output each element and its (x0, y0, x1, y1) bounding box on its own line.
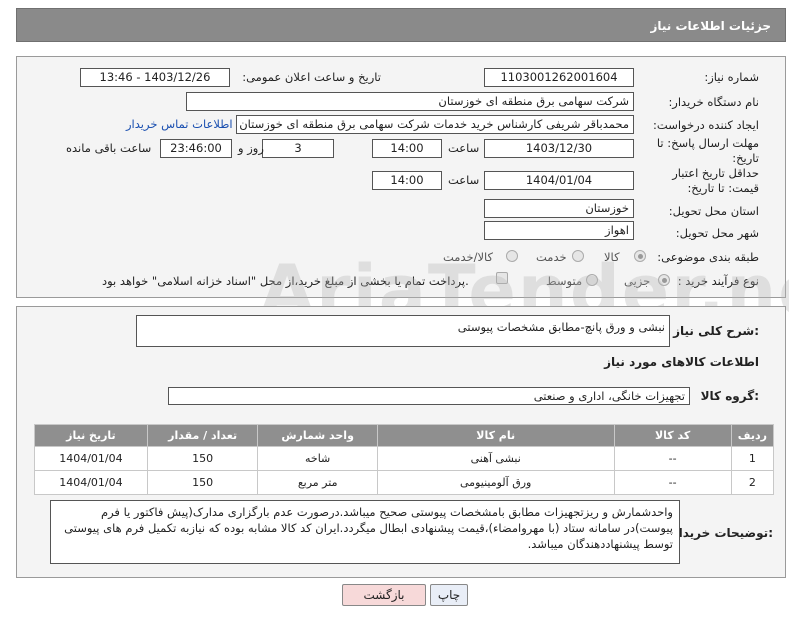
buyer-org-label: نام دستگاه خریدار: (668, 95, 759, 109)
buyer-org-field[interactable]: شرکت سهامی برق منطقه ای خوزستان (186, 92, 634, 111)
col-code: کد کالا (613, 424, 732, 447)
requester-field[interactable]: محمدباقر شریفی کارشناس خرید خدمات شرکت س… (236, 115, 634, 134)
remaining-label: ساعت باقی مانده (66, 141, 152, 155)
cell-code: -- (613, 446, 732, 471)
announce-field[interactable]: 1403/12/26 - 13:46 (80, 68, 230, 87)
cell-code: -- (613, 470, 732, 495)
group-field[interactable]: تجهیزات خانگی، اداری و صنعتی (168, 387, 690, 405)
group-label: گروه کالا: (700, 389, 759, 403)
validity-time-label: ساعت (448, 173, 480, 187)
validity-date-field[interactable]: 1404/01/04 (484, 171, 634, 190)
deadline-time-field[interactable]: 14:00 (372, 139, 442, 158)
buyer-notes-field[interactable]: واحدشمارش و ریزتجهیزات مطابق بامشخصات پی… (50, 500, 680, 564)
col-unit: واحد شمارش (257, 424, 378, 447)
contact-buyer-link[interactable]: اطلاعات تماس خریدار (126, 117, 233, 131)
province-field[interactable]: خوزستان (484, 199, 634, 218)
city-label: شهر محل تحویل: (675, 226, 759, 240)
cell-date: 1404/01/04 (34, 470, 148, 495)
panel-title: جزئیات اطلاعات نیاز (650, 19, 771, 33)
cell-unit: شاخه (257, 446, 378, 471)
remaining-time-field[interactable]: 23:46:00 (160, 139, 232, 158)
validity-label: حداقل تاریخ اعتبار قیمت: تا تاریخ: (672, 166, 759, 195)
days-field[interactable]: 3 (262, 139, 334, 158)
table-header-row: ردیف کد کالا نام کالا واحد شمارش تعداد /… (34, 424, 775, 447)
deadline-time-label: ساعت (448, 141, 480, 155)
col-row: ردیف (730, 424, 775, 447)
deadline-date-field[interactable]: 1403/12/30 (484, 139, 634, 158)
cell-qty: 150 (146, 470, 259, 495)
summary-text: نبشی و ورق پانچ-مطابق مشخصات پیوستی (457, 320, 665, 334)
days-label: روز و (238, 141, 264, 155)
cell-qty: 150 (146, 446, 259, 471)
announce-label: تاریخ و ساعت اعلان عمومی: (242, 70, 381, 84)
cell-unit: متر مربع (257, 470, 378, 495)
back-button[interactable]: بازگشت (342, 584, 426, 606)
cell-date: 1404/01/04 (34, 446, 148, 471)
cell-name: نبشی آهنی (376, 446, 615, 471)
col-name: نام کالا (376, 424, 615, 447)
col-date: تاریخ نیاز (34, 424, 148, 447)
panel-header: جزئیات اطلاعات نیاز (16, 8, 786, 42)
cell-name: ورق آلومینیومی (376, 470, 615, 495)
table-row[interactable]: 2 -- ورق آلومینیومی متر مربع 150 1404/01… (34, 470, 775, 495)
cell-row: 1 (730, 446, 775, 471)
summary-label: شرح کلی نیاز: (673, 324, 759, 338)
buyer-notes-label: توضیحات خریدار: (671, 526, 773, 540)
table-row[interactable]: 1 -- نبشی آهنی شاخه 150 1404/01/04 (34, 446, 775, 471)
goods-info-title: اطلاعات کالاهای مورد نیاز (604, 355, 759, 369)
province-label: استان محل تحویل: (668, 204, 759, 218)
summary-field[interactable]: نبشی و ورق پانچ-مطابق مشخصات پیوستی (136, 315, 670, 347)
cell-row: 2 (730, 470, 775, 495)
print-button[interactable]: چاپ (430, 584, 468, 606)
buyer-notes-text: واحدشمارش و ریزتجهیزات مطابق بامشخصات پی… (64, 505, 673, 551)
goods-table: ردیف کد کالا نام کالا واحد شمارش تعداد /… (34, 424, 775, 495)
need-number-label: شماره نیاز: (704, 70, 759, 84)
col-qty: تعداد / مقدار (146, 424, 259, 447)
need-number-field[interactable]: 1103001262001604 (484, 68, 634, 87)
deadline-label: مهلت ارسال پاسخ: تا تاریخ: (656, 136, 759, 165)
requester-label: ایجاد کننده درخواست: (653, 118, 759, 132)
city-field[interactable]: اهواز (484, 221, 634, 240)
validity-time-field[interactable]: 14:00 (372, 171, 442, 190)
